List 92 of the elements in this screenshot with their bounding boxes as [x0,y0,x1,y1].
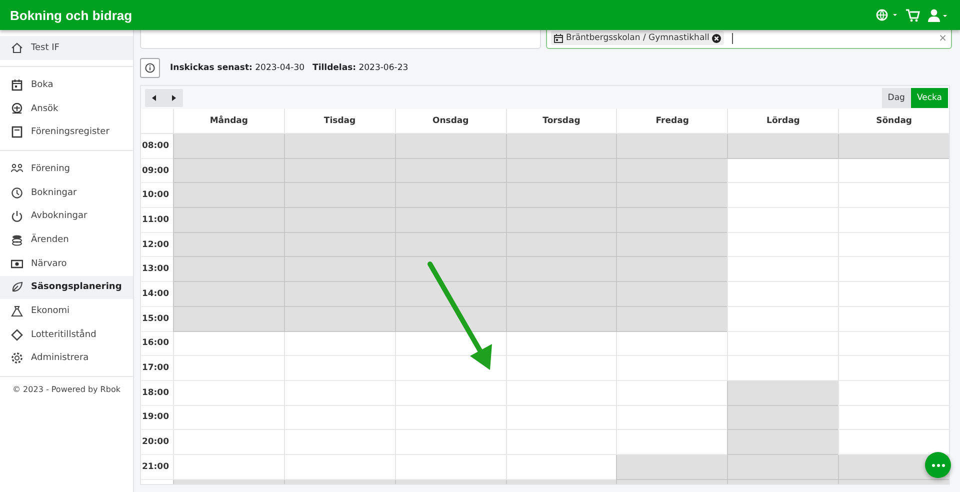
unavailable-slot[interactable] [173,183,284,208]
unavailable-slot[interactable] [394,306,506,332]
sidebar-item[interactable]: Avbokningar [0,204,133,228]
caret-left-icon [152,94,157,100]
unavailable-slot[interactable] [284,158,395,184]
power-icon [11,210,23,222]
unavailable-slot[interactable] [727,430,838,455]
unavailable-slot[interactable] [727,454,838,480]
sidebar-item[interactable]: Föreningsregister [0,120,133,144]
cart-icon [906,8,920,22]
clear-button[interactable]: × [938,32,947,44]
unavailable-slot[interactable] [616,306,728,332]
unavailable-slot[interactable] [284,134,395,159]
notebook-icon [11,126,23,138]
unavailable-slot[interactable] [394,257,506,282]
unavailable-slot[interactable] [173,232,284,258]
unavailable-slot[interactable] [506,257,616,282]
sidebar-item[interactable]: Bokningar [0,180,133,204]
dots-icon [932,464,944,466]
sidebar-item[interactable]: Boka [0,73,133,97]
unavailable-slot[interactable] [616,134,728,159]
unavailable-slot[interactable] [506,208,616,233]
leaf-icon [11,281,23,294]
sidebar-item[interactable]: Närvaro [0,252,133,276]
cart-button[interactable] [904,6,922,24]
sidebar-item[interactable]: Ekonomi [0,299,133,323]
unavailable-slot[interactable] [616,282,728,307]
available-slot[interactable] [394,356,506,381]
home-icon [11,42,23,54]
sidebar-item[interactable]: Administrera [0,346,133,370]
sidebar-item[interactable]: Ärenden [0,228,133,252]
unavailable-slot[interactable] [506,158,616,184]
unavailable-slot[interactable] [394,134,506,159]
unavailable-slot[interactable] [173,134,284,159]
date-info: Tilldelas: 2023-06-23 [312,63,408,73]
unavailable-slot[interactable] [506,183,616,208]
info-icon [145,63,155,73]
app-title: Bokning och bidrag [10,8,132,22]
sidebar-item[interactable]: Lotteritillstånd [0,322,133,347]
unavailable-slot[interactable] [173,306,284,332]
people-icon [11,162,23,175]
unavailable-slot[interactable] [284,232,395,258]
unavailable-slot[interactable] [173,282,284,307]
stack-icon [11,234,23,246]
sidebar-item[interactable]: Säsongsplanering [0,276,133,300]
footer-text: © 2023 - Powered by Rbok [12,385,122,394]
user-menu-button[interactable] [926,6,950,24]
unavailable-slot[interactable] [284,183,395,208]
calendar-icon [554,34,563,42]
unavailable-slot[interactable] [616,257,728,282]
unavailable-slot[interactable] [394,232,506,258]
user-icon [928,8,948,22]
sidebar-item[interactable]: Test IF [0,36,133,60]
clock-icon [11,186,23,199]
unavailable-slot[interactable] [727,134,838,159]
unavailable-slot[interactable] [616,208,728,233]
caret-right-icon [171,94,176,100]
calendar-icon [11,78,23,91]
unavailable-slot[interactable] [727,406,838,430]
unavailable-slot[interactable] [173,208,284,233]
unavailable-slot[interactable] [616,183,728,208]
banknote-icon [11,258,23,270]
unavailable-slot[interactable] [284,257,395,282]
unavailable-slot[interactable] [506,232,616,258]
unavailable-slot[interactable] [394,158,506,184]
unavailable-slot[interactable] [838,134,949,159]
chip-label: Bräntbergsskolan / Gymnastikhall [566,33,710,43]
sidebar-item[interactable]: Förening [0,157,133,181]
unavailable-slot[interactable] [727,380,838,406]
diamond-icon [11,328,23,341]
remove-icon[interactable] [712,34,722,42]
language-menu-button[interactable] [874,6,900,24]
unavailable-slot[interactable] [173,257,284,282]
gear-icon [11,352,23,364]
globe-icon [876,8,898,20]
unavailable-slot[interactable] [394,282,506,307]
unavailable-slot[interactable] [284,208,395,233]
unavailable-slot[interactable] [506,282,616,307]
unavailable-slot[interactable] [394,183,506,208]
unavailable-slot[interactable] [394,208,506,233]
unavailable-slot[interactable] [173,158,284,184]
unavailable-slot[interactable] [616,454,728,480]
date-info: Inskickas senast: 2023-04-30 [170,63,305,73]
text-cursor [732,32,734,44]
unavailable-slot[interactable] [284,282,395,307]
view-tab[interactable]: Dag [882,88,911,108]
info-button[interactable] [140,58,160,78]
unavailable-slot[interactable] [616,158,728,184]
sidebar-item[interactable]: Ansök [0,96,133,120]
input-field[interactable] [140,30,541,49]
unavailable-slot[interactable] [616,232,728,258]
unavailable-slot[interactable] [506,134,616,159]
